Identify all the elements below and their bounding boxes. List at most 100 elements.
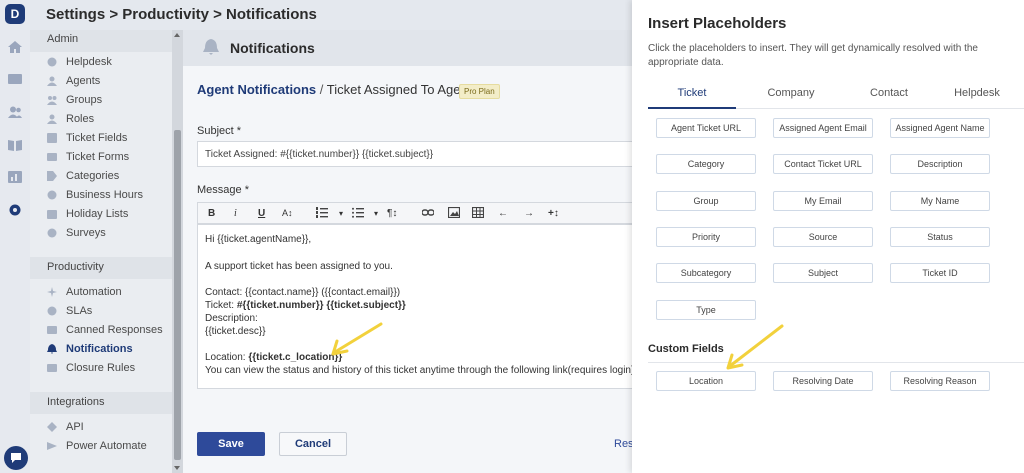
tab-company[interactable]: Company [746,87,836,99]
pro-plan-badge: Pro Plan [459,84,500,99]
person-icon [47,114,57,124]
bell-icon [47,344,57,354]
placeholder-my-email[interactable]: My Email [773,191,873,211]
scrollbar-thumb[interactable] [174,130,181,460]
message-location-line: Location: {{ticket.c_location}} [205,352,343,363]
placeholder-subject[interactable]: Subject [773,263,873,283]
cancel-button[interactable]: Cancel [279,432,347,456]
panel-description: Click the placeholders to insert. They w… [648,43,978,68]
placeholder-contact-ticket-url[interactable]: Contact Ticket URL [773,154,873,174]
placeholder-my-name[interactable]: My Name [890,191,990,211]
subject-field[interactable]: Ticket Assigned: #{{ticket.number}} {{ti… [197,141,632,167]
sidebar-item-helpdesk[interactable]: Helpdesk [47,54,172,70]
ordered-list-dropdown-icon[interactable]: ▾ [339,207,343,220]
placeholder-group[interactable]: Group [656,191,756,211]
placeholder-agent-ticket-url[interactable]: Agent Ticket URL [656,118,756,138]
bold-button[interactable]: B [208,207,215,220]
custom-fields-title: Custom Fields [648,343,724,355]
sidebar-scrollbar[interactable] [172,30,183,473]
sidebar-section-productivity: Productivity [47,261,104,273]
font-size-button[interactable]: A↕ [282,207,293,220]
sidebar-item-roles[interactable]: Roles [47,111,172,127]
tab-ticket[interactable]: Ticket [648,87,736,99]
sidebar-item-ticket-forms[interactable]: Ticket Forms [47,149,172,165]
sidebar-item-categories[interactable]: Categories [47,168,172,184]
bullet-list-dropdown-icon[interactable]: ▾ [374,207,378,220]
undo-button[interactable]: ← [498,207,508,220]
redo-button[interactable]: → [524,207,534,220]
knowledge-base-icon[interactable] [8,139,22,151]
globe-icon [47,57,57,67]
ordered-list-icon[interactable] [316,207,328,220]
placeholder-assigned-agent-email[interactable]: Assigned Agent Email [773,118,873,138]
sidebar-section-integrations: Integrations [47,396,105,408]
sidebar-item-notifications[interactable]: Notifications [47,341,172,357]
chat-support-button[interactable] [4,446,28,470]
notifications-header: Notifications [183,30,632,66]
settings-gear-icon[interactable] [8,204,22,216]
scroll-down-icon[interactable] [174,466,180,470]
placeholder-description[interactable]: Description [890,154,990,174]
sidebar-item-ticket-fields[interactable]: Ticket Fields [47,130,172,146]
sidebar-item-agents[interactable]: Agents [47,73,172,89]
placeholder-category[interactable]: Category [656,154,756,174]
breadcrumb-current: Ticket Assigned To Agent [326,82,472,97]
form-icon [47,152,57,162]
sidebar-item-api[interactable]: API [47,419,172,435]
save-button[interactable]: Save [197,432,265,456]
chat-icon [11,453,21,463]
sidebar-section-admin: Admin [47,33,79,45]
tab-contact[interactable]: Contact [844,87,934,99]
link-icon[interactable] [421,207,435,220]
sidebar-item-business-hours[interactable]: Business Hours [47,187,172,203]
placeholder-source[interactable]: Source [773,227,873,247]
message-editor[interactable]: Hi {{ticket.agentName}}, A support ticke… [197,224,632,389]
editor-toolbar: B i U A↕ ▾ ▾ ¶↕ ← → +↕ [197,202,632,224]
custom-field-location[interactable]: Location [656,371,756,391]
sidebar-item-closure-rules[interactable]: Closure Rules [47,360,172,376]
paragraph-button[interactable]: ¶↕ [387,207,397,220]
placeholder-status[interactable]: Status [890,227,990,247]
sidebar-item-holiday-lists[interactable]: Holiday Lists [47,206,172,222]
sidebar-item-surveys[interactable]: Surveys [47,225,172,241]
placeholder-type[interactable]: Type [656,300,756,320]
tab-helpdesk[interactable]: Helpdesk [932,87,1022,99]
underline-button[interactable]: U [258,207,265,220]
clock-icon [47,190,57,200]
group-icon [47,95,57,105]
image-icon[interactable] [447,206,461,220]
placeholder-priority[interactable]: Priority [656,227,756,247]
placeholder-subcategory[interactable]: Subcategory [656,263,756,283]
home-icon[interactable] [8,41,22,53]
table-icon[interactable] [471,206,485,220]
sidebar-item-groups[interactable]: Groups [47,92,172,108]
insert-placeholders-panel: Insert Placeholders Click the placeholde… [632,0,1024,473]
content-breadcrumb: Agent Notifications / Ticket Assigned To… [197,82,471,97]
italic-button[interactable]: i [234,207,237,220]
person-icon [47,76,57,86]
timer-icon [47,306,57,316]
reply-icon [47,325,57,335]
sidebar-item-slas[interactable]: SLAs [47,303,172,319]
app-logo[interactable]: D [5,4,25,24]
scroll-up-icon[interactable] [174,33,180,37]
survey-icon [47,228,57,238]
message-description: Description: [205,313,258,324]
contacts-icon[interactable] [8,106,22,118]
sidebar-item-automation[interactable]: Automation [47,284,172,300]
agent-notifications-link[interactable]: Agent Notifications [197,82,316,97]
reports-icon[interactable] [8,171,22,183]
bullet-list-icon[interactable] [352,207,364,220]
line-height-button[interactable]: +↕ [548,207,559,220]
sidebar-item-canned-responses[interactable]: Canned Responses [47,322,172,338]
custom-field-resolving-date[interactable]: Resolving Date [773,371,873,391]
custom-fields-divider [648,362,1024,363]
placeholder-ticket-id[interactable]: Ticket ID [890,263,990,283]
app-icon-rail: D [0,0,30,473]
tickets-icon[interactable] [8,73,22,85]
sparkle-icon [47,287,57,297]
sidebar-item-power-automate[interactable]: Power Automate [47,438,172,454]
placeholder-assigned-agent-name[interactable]: Assigned Agent Name [890,118,990,138]
custom-field-resolving-reason[interactable]: Resolving Reason [890,371,990,391]
rules-icon [47,363,57,373]
